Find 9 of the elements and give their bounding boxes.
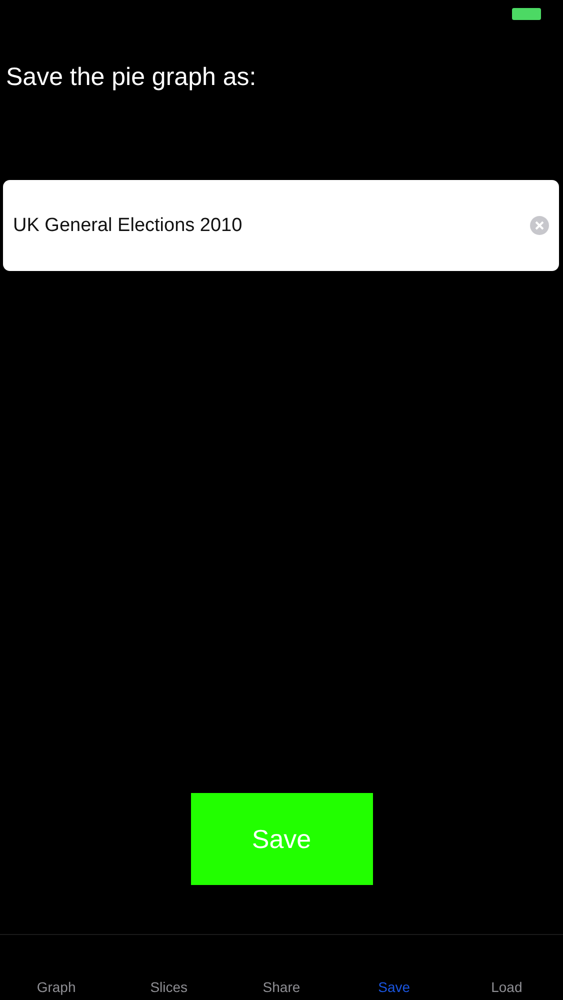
tab[interactable]: Graph xyxy=(0,977,113,998)
name-field[interactable]: UK General Elections 2010 xyxy=(3,180,559,271)
tab[interactable]: Slices xyxy=(112,977,226,998)
tab[interactable]: Share xyxy=(225,977,338,998)
heading: Save the pie graph as: xyxy=(6,62,258,92)
battery-icon xyxy=(512,8,541,20)
tab[interactable]: Save xyxy=(338,977,450,998)
clear-icon[interactable] xyxy=(530,216,549,235)
tab[interactable]: Load xyxy=(450,977,563,998)
